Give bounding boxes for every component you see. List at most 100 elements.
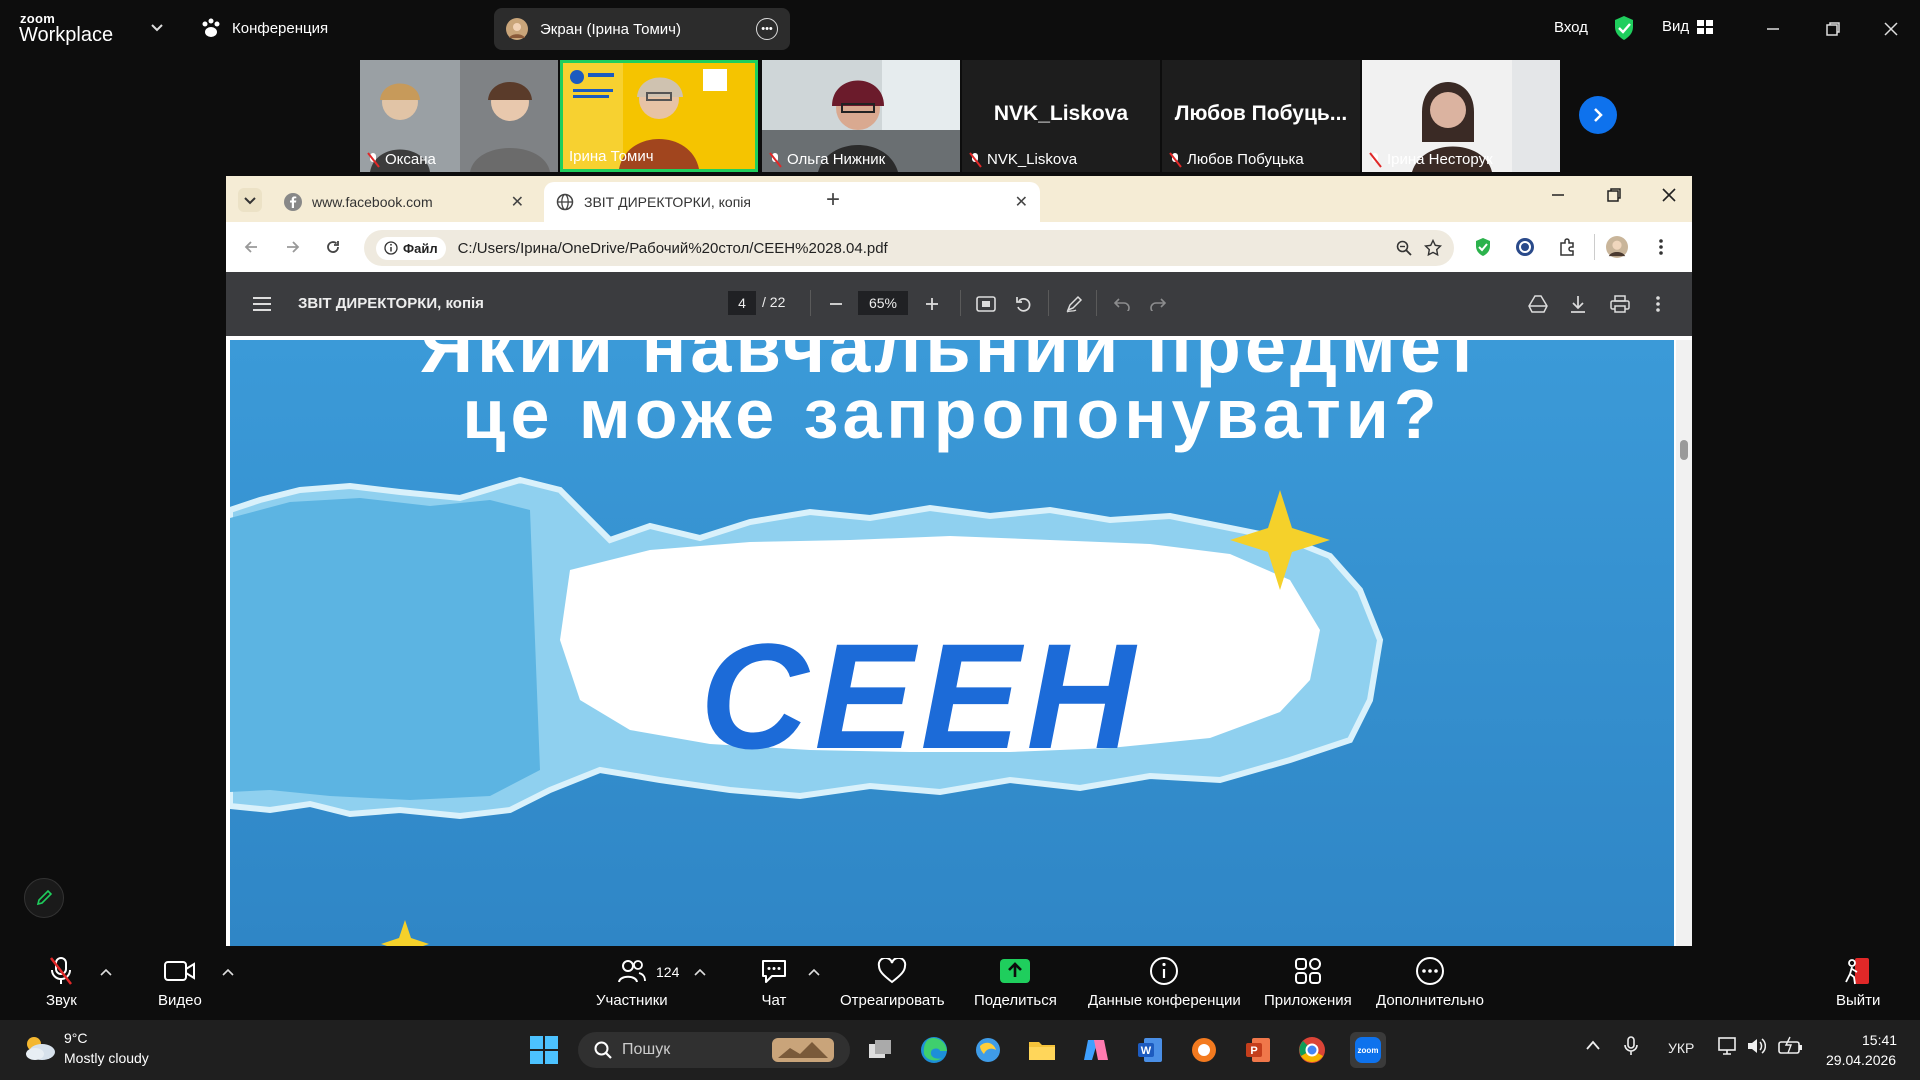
login-button[interactable]: Вход: [1554, 19, 1588, 36]
browser-close-button[interactable]: [1662, 188, 1676, 202]
screen-share-indicator[interactable]: Экран (Ірина Томич) •••: [494, 8, 790, 50]
participant-big-name: NVK_Liskova: [993, 102, 1129, 125]
tab-facebook[interactable]: www.facebook.com ✕: [272, 182, 536, 222]
print-icon[interactable]: [1606, 290, 1634, 318]
display-icon[interactable]: [1718, 1036, 1740, 1056]
video-button[interactable]: Видео: [158, 956, 202, 1009]
leave-button[interactable]: Выйти: [1836, 956, 1880, 1009]
taskbar-search[interactable]: Пошук: [578, 1032, 850, 1068]
close-button[interactable]: [1876, 14, 1906, 44]
security-shield-icon[interactable]: [1613, 15, 1635, 41]
participant-tile[interactable]: Ольга Нижник: [762, 60, 960, 172]
video-options-caret-icon[interactable]: [222, 968, 234, 976]
battery-charging-icon[interactable]: [1778, 1036, 1804, 1056]
view-menu[interactable]: Вид: [1662, 18, 1714, 35]
chevron-down-icon[interactable]: [150, 20, 164, 34]
annotate-pen-icon[interactable]: [1060, 290, 1088, 318]
powerpoint-icon[interactable]: P: [1240, 1032, 1276, 1068]
minimize-button[interactable]: [1758, 14, 1788, 44]
redo-icon[interactable]: [1144, 290, 1172, 318]
search-placeholder: Пошук: [622, 1041, 671, 1058]
page-number-input[interactable]: 4: [728, 291, 756, 315]
fit-page-icon[interactable]: [972, 290, 1000, 318]
extension-shield-icon[interactable]: [1472, 236, 1494, 258]
copilot-icon[interactable]: [1078, 1032, 1114, 1068]
volume-icon[interactable]: [1746, 1036, 1766, 1056]
participant-tile-active-speaker[interactable]: Ірина Томич: [560, 60, 758, 172]
restore-button[interactable]: [1818, 14, 1848, 44]
more-button[interactable]: Дополнительно: [1376, 956, 1484, 1009]
annotate-pencil-icon[interactable]: [24, 878, 64, 918]
pdf-more-kebab-icon[interactable]: [1644, 290, 1672, 318]
scrollbar-thumb[interactable]: [1680, 440, 1688, 460]
hamburger-menu-icon[interactable]: [248, 290, 276, 318]
participants-options-caret-icon[interactable]: [694, 968, 706, 976]
meeting-info-button[interactable]: Данные конференции: [1088, 956, 1241, 1009]
participants-icon: [617, 956, 646, 986]
reload-icon[interactable]: [322, 236, 344, 258]
bookmark-star-icon[interactable]: [1424, 239, 1442, 257]
app-icon[interactable]: [970, 1032, 1006, 1068]
share-screen-button[interactable]: Поделиться: [974, 956, 1057, 1009]
close-tab-icon[interactable]: ✕: [1015, 192, 1028, 212]
tab-pdf[interactable]: ЗВІТ ДИРЕКТОРКИ, копія ✕: [544, 182, 1040, 222]
mic-off-icon: [1369, 151, 1382, 168]
participant-tile[interactable]: Ірина Несторук: [1362, 60, 1560, 172]
close-tab-icon[interactable]: ✕: [511, 192, 524, 212]
next-page-arrow-icon[interactable]: [1579, 96, 1617, 134]
drive-save-icon[interactable]: [1524, 290, 1552, 318]
zoom-in-icon[interactable]: [918, 290, 946, 318]
pdf-slide-page: Який навчальний предмет це може запропон…: [230, 340, 1674, 946]
undo-icon[interactable]: [1108, 290, 1136, 318]
file-explorer-icon[interactable]: [1024, 1032, 1060, 1068]
profile-avatar[interactable]: [1606, 236, 1628, 258]
weather-description[interactable]: Mostly cloudy: [64, 1050, 149, 1066]
windows-start-icon[interactable]: [526, 1032, 562, 1068]
forward-arrow-icon[interactable]: [282, 236, 304, 258]
apps-button[interactable]: Приложения: [1264, 956, 1352, 1009]
address-bar[interactable]: Файл C:/Users/Ірина/OneDrive/Рабочий%20с…: [364, 230, 1454, 266]
chat-options-caret-icon[interactable]: [808, 968, 820, 976]
extension-circle-icon[interactable]: [1514, 236, 1536, 258]
participant-tile[interactable]: Оксана: [360, 60, 558, 172]
mic-off-icon: [367, 151, 380, 168]
participant-tile[interactable]: NVK_Liskova NVK_Liskova: [962, 60, 1160, 172]
browser-app-icon[interactable]: [1186, 1032, 1222, 1068]
more-options-icon[interactable]: •••: [756, 18, 778, 40]
chat-button[interactable]: Чат: [760, 956, 788, 1009]
extensions-puzzle-icon[interactable]: [1556, 236, 1578, 258]
zoom-level-input[interactable]: 65%: [858, 291, 908, 315]
browser-restore-button[interactable]: [1607, 188, 1621, 202]
browser-menu-kebab-icon[interactable]: [1650, 236, 1672, 258]
conference-menu[interactable]: Конференция: [200, 18, 328, 38]
task-view-icon[interactable]: [862, 1032, 898, 1068]
tab-search-dropdown[interactable]: [238, 188, 262, 212]
rotate-icon[interactable]: [1010, 290, 1038, 318]
zoom-app-icon[interactable]: zoom: [1350, 1032, 1386, 1068]
site-info-chip[interactable]: Файл: [376, 236, 446, 260]
audio-options-caret-icon[interactable]: [100, 968, 112, 976]
clock-date[interactable]: 29.04.2026: [1826, 1052, 1896, 1068]
chrome-icon[interactable]: [1294, 1032, 1330, 1068]
participant-tile[interactable]: Любов Побуць... Любов Побуцька: [1162, 60, 1360, 172]
pdf-scrollbar[interactable]: [1676, 340, 1692, 946]
clock-time[interactable]: 15:41: [1862, 1032, 1897, 1048]
word-icon[interactable]: W: [1132, 1032, 1168, 1068]
react-button[interactable]: Отреагировать: [840, 956, 945, 1009]
participant-name: NVK_Liskova: [968, 151, 1077, 168]
back-arrow-icon[interactable]: [240, 236, 262, 258]
keyboard-language[interactable]: УКР: [1668, 1040, 1694, 1056]
new-tab-plus-icon[interactable]: +: [826, 186, 840, 214]
divider: [1048, 290, 1049, 316]
download-icon[interactable]: [1564, 290, 1592, 318]
microphone-icon[interactable]: [1624, 1036, 1638, 1056]
edge-browser-icon[interactable]: [916, 1032, 952, 1068]
zoom-out-icon[interactable]: [822, 290, 850, 318]
browser-minimize-button[interactable]: [1551, 188, 1565, 202]
audio-button[interactable]: Звук: [46, 956, 77, 1009]
weather-cloud-icon[interactable]: [22, 1034, 56, 1062]
zoom-lens-icon[interactable]: [1396, 240, 1412, 256]
tray-chevron-up-icon[interactable]: [1586, 1040, 1600, 1050]
weather-temperature[interactable]: 9°C: [64, 1030, 88, 1046]
share-label: Экран (Ірина Томич): [540, 20, 681, 38]
